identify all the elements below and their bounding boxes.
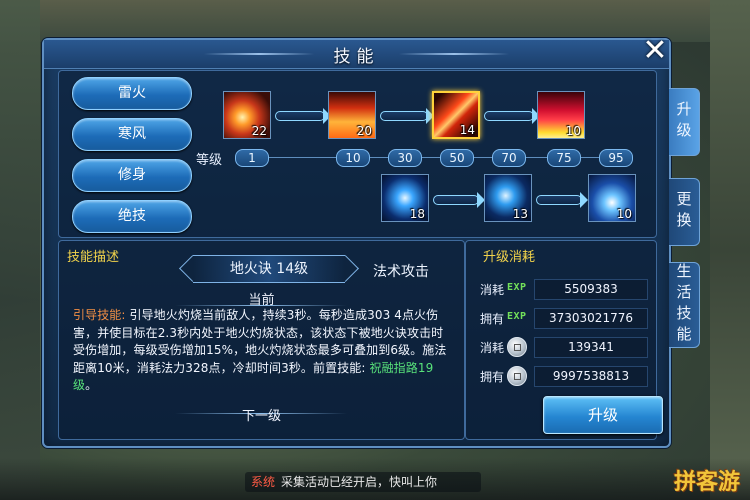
skill-description-text: 引导技能: 引导地火灼烧当前敌人，持续3秒。每秒造成303 4点火伤害，并使目标… xyxy=(73,307,453,395)
upgrade-button[interactable]: 升级 xyxy=(543,396,663,434)
game-scene-right xyxy=(710,0,750,500)
description-tail: 。 xyxy=(85,378,98,392)
arrow-right-icon xyxy=(536,192,588,208)
cost-row-exp-cost: 消耗 EXP 5509383 xyxy=(480,279,650,300)
skill-level: 10 xyxy=(565,124,581,138)
level-marker: 50 xyxy=(440,149,474,167)
level-label: 等级 xyxy=(196,153,223,168)
upgrade-cost-header: 升级消耗 xyxy=(483,250,536,265)
row-value: 139341 xyxy=(534,337,648,358)
level-marker: 95 xyxy=(599,149,633,167)
skill-level: 10 xyxy=(616,207,632,221)
row-label: 消耗 xyxy=(480,283,505,297)
arrow-right-icon xyxy=(380,108,434,124)
exp-icon: EXP xyxy=(507,311,527,322)
next-level-label: 下一级 xyxy=(241,409,281,424)
row-label: 拥有 xyxy=(480,370,505,384)
tab-replace[interactable]: 更换 xyxy=(669,178,700,246)
skill-icon-thunder-1[interactable]: 18 xyxy=(381,174,429,222)
skill-icon-fire-3-selected[interactable]: 14 xyxy=(432,91,480,139)
skill-icon-fire-4[interactable]: 10 xyxy=(537,91,585,139)
category-button-xiushen[interactable]: 修身 xyxy=(72,159,192,192)
skill-name-banner: 地火诀 14级 xyxy=(193,255,345,283)
category-button-leihuo[interactable]: 雷火 xyxy=(72,77,192,110)
lead-label: 引导技能: xyxy=(73,308,126,322)
skill-level: 18 xyxy=(409,207,425,221)
cost-row-coin-cost: 消耗 139341 xyxy=(480,337,650,358)
skill-level: 20 xyxy=(356,124,372,138)
title-bar: 技能 ✕ xyxy=(44,36,669,69)
window-title: 技能 xyxy=(333,47,380,67)
skill-level: 14 xyxy=(459,123,475,137)
skill-icon-fire-1[interactable]: 22 xyxy=(223,91,271,139)
level-marker: 1 xyxy=(235,149,269,167)
skill-window: 技能 ✕ 雷火 寒风 修身 绝技 22 20 14 10 等级 1 10 30 … xyxy=(42,36,671,448)
skill-level: 13 xyxy=(512,207,528,221)
skill-description-panel: 技能描述 地火诀 14级 法术攻击 当前 引导技能: 引导地火灼烧当前敌人，持续… xyxy=(58,240,465,440)
site-watermark-logo: 拼客游 xyxy=(673,470,740,495)
description-header: 技能描述 xyxy=(67,250,120,265)
row-value: 37303021776 xyxy=(534,308,648,329)
game-top-bar xyxy=(0,0,750,42)
system-news-ticker: 系统 采集活动已经开启，快叫上你 xyxy=(245,472,481,492)
row-value: 9997538813 xyxy=(534,366,648,387)
skill-tree-area: 雷火 寒风 修身 绝技 22 20 14 10 等级 1 10 30 50 70… xyxy=(58,70,657,238)
category-button-hanfeng[interactable]: 寒风 xyxy=(72,118,192,151)
row-value: 5509383 xyxy=(534,279,648,300)
arrow-right-icon xyxy=(433,192,485,208)
upgrade-cost-panel: 升级消耗 消耗 EXP 5509383 拥有 EXP 37303021776 消… xyxy=(465,240,663,440)
skill-icon-fire-2[interactable]: 20 xyxy=(328,91,376,139)
arrow-right-icon xyxy=(484,108,540,124)
cost-row-coin-owned: 拥有 9997538813 xyxy=(480,366,650,387)
skill-level: 22 xyxy=(251,124,267,138)
tab-life-skills[interactable]: 生活技能 xyxy=(669,262,700,348)
level-marker: 10 xyxy=(336,149,370,167)
row-label: 消耗 xyxy=(480,341,505,355)
coin-icon xyxy=(507,337,527,357)
level-marker: 70 xyxy=(492,149,526,167)
game-scene-left xyxy=(0,0,40,500)
skill-icon-thunder-3[interactable]: 10 xyxy=(588,174,636,222)
exp-icon: EXP xyxy=(507,282,527,293)
cost-row-exp-owned: 拥有 EXP 37303021776 xyxy=(480,308,650,329)
level-marker: 75 xyxy=(547,149,581,167)
arrow-right-icon xyxy=(275,108,331,124)
level-marker: 30 xyxy=(388,149,422,167)
category-button-jueji[interactable]: 绝技 xyxy=(72,200,192,233)
tab-upgrade[interactable]: 升级 xyxy=(669,88,700,156)
skill-type: 法术攻击 xyxy=(373,264,429,280)
skill-icon-thunder-2[interactable]: 13 xyxy=(484,174,532,222)
row-label: 拥有 xyxy=(480,312,505,326)
divider xyxy=(175,305,347,306)
title-ornament-right xyxy=(399,53,509,55)
coin-icon xyxy=(507,366,527,386)
news-text: 采集活动已经开启，快叫上你 xyxy=(281,475,438,489)
news-tag: 系统 xyxy=(251,475,276,489)
close-icon[interactable]: ✕ xyxy=(640,36,670,66)
